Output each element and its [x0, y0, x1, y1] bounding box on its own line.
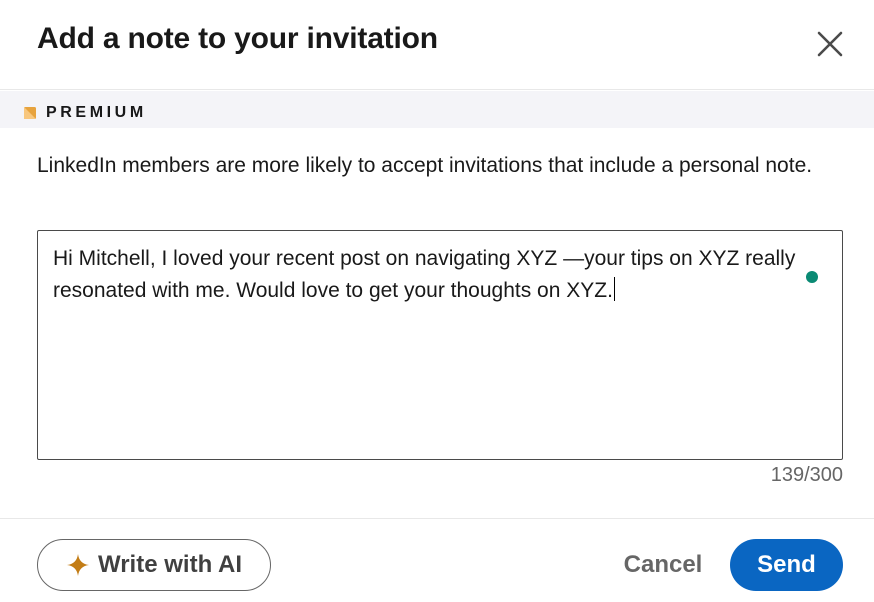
- sparkle-icon: [67, 554, 89, 576]
- description-text: LinkedIn members are more likely to acce…: [37, 154, 813, 177]
- premium-badge-icon: [24, 107, 36, 119]
- premium-label: PREMIUM: [46, 104, 147, 121]
- premium-banner: PREMIUM: [0, 91, 874, 128]
- send-button[interactable]: Send: [730, 539, 843, 591]
- close-button[interactable]: [812, 26, 848, 62]
- character-counter: 139/300: [770, 464, 843, 486]
- write-with-ai-label: Write with AI: [98, 551, 242, 578]
- close-icon: [817, 31, 843, 57]
- invitation-note-dialog: Add a note to your invitation PREMIUM Li…: [0, 0, 874, 602]
- text-caret: [613, 277, 616, 301]
- dialog-title: Add a note to your invitation: [37, 22, 438, 55]
- cancel-button[interactable]: Cancel: [608, 539, 718, 591]
- grammar-indicator-icon[interactable]: [806, 271, 818, 283]
- note-text-value: Hi Mitchell, I loved your recent post on…: [53, 247, 796, 302]
- note-textarea[interactable]: Hi Mitchell, I loved your recent post on…: [37, 230, 843, 460]
- footer-divider: [0, 518, 874, 519]
- write-with-ai-button[interactable]: Write with AI: [37, 539, 271, 591]
- dialog-header: Add a note to your invitation: [0, 0, 874, 90]
